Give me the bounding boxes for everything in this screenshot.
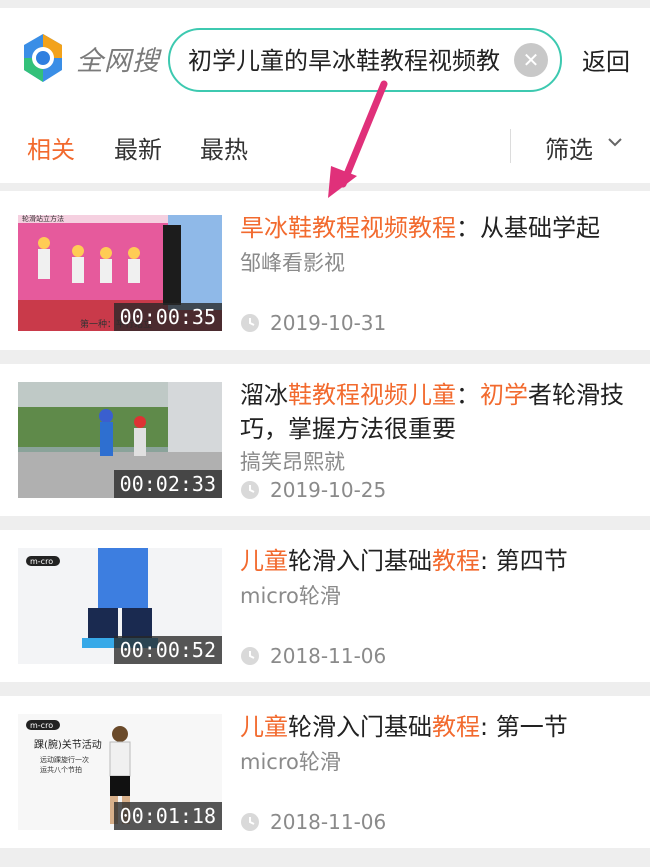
tab-hottest[interactable]: 最热 (200, 130, 248, 165)
clear-icon[interactable]: ✕ (514, 43, 548, 77)
result-item[interactable]: 轮滑站立方法 第一种：平行站立 00:00:35 旱冰鞋教程视频教程：从基础学起… (0, 191, 650, 350)
video-thumbnail[interactable]: m-cro 00:00:52 (18, 548, 222, 664)
clock-icon (241, 481, 259, 499)
back-button[interactable]: 返回 (582, 42, 630, 77)
search-box[interactable]: 初学儿童的旱冰鞋教程视频教 ✕ (168, 28, 562, 92)
date-row: 2019-10-25 (240, 478, 386, 502)
title-highlight: 初学 (480, 381, 528, 409)
title-text: ： (456, 381, 480, 409)
channel-name: 邹峰看影视 (240, 251, 345, 275)
title-text: ：从基础学起 (456, 214, 600, 242)
search-input[interactable]: 初学儿童的旱冰鞋教程视频教 (188, 44, 508, 78)
video-thumbnail[interactable]: m-cro 踝(腕)关节活动 远动踝旋行一次 运共八个节拍 00:01:18 (18, 714, 222, 830)
top-strip (0, 0, 650, 8)
channel-name: micro轮滑 (240, 584, 341, 608)
channel-name: 搞笑昂熙就 (240, 450, 345, 474)
video-thumbnail[interactable]: 00:02:33 (18, 382, 222, 498)
title-text: 溜冰 (240, 381, 288, 409)
logo[interactable]: 全网搜 (18, 30, 160, 86)
channel-name: micro轮滑 (240, 750, 341, 774)
tab-related[interactable]: 相关 (27, 130, 75, 165)
tab-latest[interactable]: 最新 (114, 130, 162, 165)
video-title[interactable]: 溜冰鞋教程视频儿童：初学者轮滑技巧，掌握方法很重要 (240, 378, 635, 446)
title-text: : 第四节 (480, 547, 568, 575)
filter-tabs: 相关 最新 最热 筛选 (0, 113, 650, 183)
clock-icon (241, 314, 259, 332)
duration-badge: 00:02:33 (113, 470, 222, 498)
publish-date: 2018-11-06 (270, 810, 387, 834)
title-text: 轮滑入门基础 (288, 713, 432, 741)
svg-text:运共八个节拍: 运共八个节拍 (40, 765, 82, 774)
logo-text: 全网搜 (76, 45, 160, 77)
result-item[interactable]: m-cro 00:00:52 儿童轮滑入门基础教程: 第四节 micro轮滑 2… (0, 530, 650, 682)
chevron-down-icon[interactable] (606, 135, 624, 149)
clock-icon (241, 813, 259, 831)
date-row: 2019-10-31 (240, 311, 386, 335)
tab-divider (510, 129, 511, 163)
header: 全网搜 初学儿童的旱冰鞋教程视频教 ✕ 返回 (0, 8, 650, 113)
svg-text:m-cro: m-cro (30, 557, 53, 566)
title-highlight: 鞋教程视频儿童 (288, 381, 456, 409)
title-text: : 第一节 (480, 713, 568, 741)
video-thumbnail[interactable]: 轮滑站立方法 第一种：平行站立 00:00:35 (18, 215, 222, 331)
title-text: 轮滑入门基础 (288, 547, 432, 575)
duration-badge: 00:01:18 (113, 802, 222, 830)
publish-date: 2019-10-31 (270, 311, 387, 335)
publish-date: 2018-11-06 (270, 644, 387, 668)
filter-button[interactable]: 筛选 (545, 130, 593, 165)
title-highlight: 儿童 (240, 547, 288, 575)
logo-icon (24, 34, 62, 82)
video-title[interactable]: 旱冰鞋教程视频教程：从基础学起 (240, 211, 635, 245)
publish-date: 2019-10-25 (270, 478, 387, 502)
video-title[interactable]: 儿童轮滑入门基础教程: 第四节 (240, 544, 635, 578)
title-highlight: 儿童 (240, 713, 288, 741)
date-row: 2018-11-06 (240, 644, 386, 668)
duration-badge: 00:00:52 (113, 636, 222, 664)
duration-badge: 00:00:35 (113, 303, 222, 331)
title-highlight: 教程 (432, 713, 480, 741)
date-row: 2018-11-06 (240, 810, 386, 834)
svg-text:m-cro: m-cro (30, 721, 53, 730)
video-title[interactable]: 儿童轮滑入门基础教程: 第一节 (240, 710, 635, 744)
thumb-caption: 轮滑站立方法 (22, 215, 64, 223)
result-item[interactable]: m-cro 踝(腕)关节活动 远动踝旋行一次 运共八个节拍 00:01:18 儿… (0, 696, 650, 848)
result-item[interactable]: 00:02:33 溜冰鞋教程视频儿童：初学者轮滑技巧，掌握方法很重要 搞笑昂熙就… (0, 364, 650, 516)
title-highlight: 教程 (432, 547, 480, 575)
title-highlight: 旱冰鞋教程视频教程 (240, 214, 456, 242)
svg-text:踝(腕)关节活动: 踝(腕)关节活动 (34, 738, 102, 751)
clock-icon (241, 647, 259, 665)
svg-text:远动踝旋行一次: 远动踝旋行一次 (40, 755, 89, 764)
